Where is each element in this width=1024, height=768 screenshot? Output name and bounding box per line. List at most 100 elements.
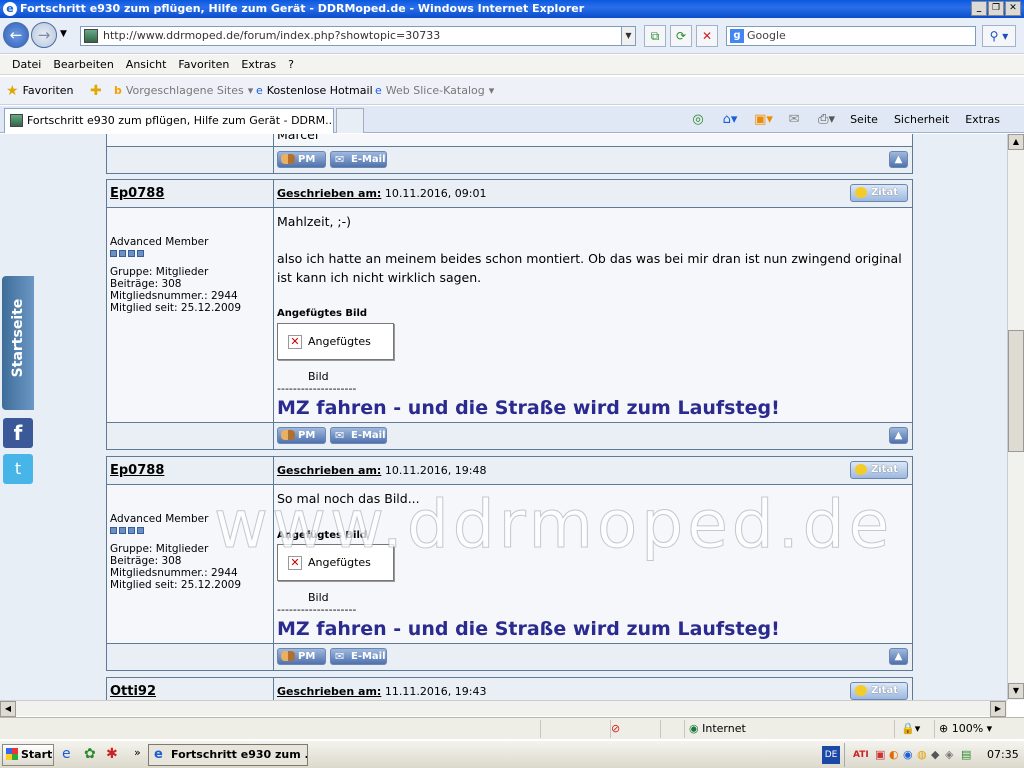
ati-tray-icon[interactable]: ATI xyxy=(853,743,869,767)
post-header: Ep0788 Geschrieben am: 10.11.2016, 09:01… xyxy=(107,180,912,208)
network-icon[interactable]: ▤ xyxy=(961,743,971,767)
scroll-down-icon[interactable]: ▼ xyxy=(1008,683,1024,699)
rank-pips-icon xyxy=(110,527,241,534)
menu-item-bearbeiten[interactable]: Bearbeiten xyxy=(47,55,119,74)
scroll-up-icon[interactable]: ▲ xyxy=(1008,134,1024,150)
quicklaunch-more-icon[interactable]: » xyxy=(134,746,141,759)
scroll-top-icon[interactable]: ▲ xyxy=(889,427,908,444)
restore-button[interactable]: ❐ xyxy=(988,1,1004,16)
add-favorite-icon[interactable]: ✚ xyxy=(90,77,102,105)
language-indicator[interactable]: DE xyxy=(822,746,840,764)
address-dropdown-icon[interactable]: ▼ xyxy=(621,27,635,45)
post-body-text: Marcel xyxy=(277,134,319,142)
stop-icon[interactable]: ✕ xyxy=(696,25,718,47)
forward-button[interactable]: → xyxy=(31,22,57,48)
google-g-icon[interactable]: ◎ xyxy=(690,112,706,128)
user-info: Advanced Member Gruppe: Mitglieder Beitr… xyxy=(110,236,242,314)
tray-app3-icon[interactable]: ◉ xyxy=(903,743,913,767)
history-dropdown-icon[interactable]: ▼ xyxy=(60,29,67,39)
ie-logo-icon: e xyxy=(3,2,17,16)
taskbar-ie-window[interactable]: Fortschritt e930 zum ... xyxy=(148,744,308,766)
mail-icon[interactable]: ✉ xyxy=(786,112,802,128)
tray-app5-icon[interactable]: ◆ xyxy=(931,743,939,767)
scroll-top-icon[interactable]: ▲ xyxy=(889,151,908,168)
pm-button[interactable]: PM xyxy=(277,151,326,168)
globe-icon: ◉ xyxy=(689,722,699,735)
attachment-image[interactable]: Angefügtes Bild xyxy=(277,323,394,383)
user-info: Advanced Member Gruppe: Mitglieder Beitr… xyxy=(110,513,242,591)
quote-button[interactable]: Zitat xyxy=(850,682,908,700)
page-menu[interactable]: Seite xyxy=(850,113,878,126)
menu-item-extras[interactable]: Extras xyxy=(235,55,282,74)
quicklaunch-app-icon[interactable]: ✿ xyxy=(84,746,96,762)
scroll-thumb[interactable] xyxy=(1008,330,1024,452)
post-footer: PM E-Mail ▲ xyxy=(107,146,912,174)
startseite-tab[interactable]: Startseite xyxy=(2,276,34,410)
signature-separator: -------------------- xyxy=(277,382,357,395)
print-icon[interactable]: ⎙▾ xyxy=(818,112,835,128)
new-tab-button[interactable] xyxy=(336,108,364,133)
post-author[interactable]: Ep0788 xyxy=(110,463,164,478)
twitter-icon[interactable]: t xyxy=(3,454,33,484)
menu-item-favoriten[interactable]: Favoriten xyxy=(172,55,235,74)
site-favicon xyxy=(10,114,23,127)
zoom-level[interactable]: ⊕ 100% ▾ xyxy=(934,720,1006,738)
scroll-top-icon[interactable]: ▲ xyxy=(889,648,908,665)
tray-app4-icon[interactable]: ◍ xyxy=(917,743,927,767)
post-author[interactable]: Otti92 xyxy=(110,684,156,699)
scroll-right-icon[interactable]: ▶ xyxy=(990,701,1006,717)
facebook-icon[interactable]: f xyxy=(3,418,33,448)
email-button[interactable]: E-Mail xyxy=(330,648,387,665)
quote-button[interactable]: Zitat xyxy=(850,184,908,202)
forum-post: Ep0788 Geschrieben am: 10.11.2016, 19:48… xyxy=(106,456,913,671)
search-input[interactable]: g Google xyxy=(726,26,976,46)
extras-menu[interactable]: Extras xyxy=(965,113,1000,126)
start-button[interactable]: Start xyxy=(2,744,54,766)
compatibility-view-icon[interactable]: ⧉ xyxy=(644,25,666,47)
back-button[interactable]: ← xyxy=(3,22,29,48)
scroll-left-icon[interactable]: ◀ xyxy=(0,701,16,717)
clock: 07:35 xyxy=(987,748,1019,761)
pm-button[interactable]: PM xyxy=(277,648,326,665)
post-date: Geschrieben am: 11.11.2016, 19:43 xyxy=(277,685,487,698)
home-icon[interactable]: ⌂▾ xyxy=(722,112,738,128)
post-header: Otti92 Geschrieben am: 11.11.2016, 19:43… xyxy=(107,678,912,700)
security-zone[interactable]: ◉ Internet xyxy=(684,720,894,738)
hotmail-link[interactable]: e Kostenlose Hotmail xyxy=(256,77,373,105)
site-favicon xyxy=(84,29,98,43)
email-button[interactable]: E-Mail xyxy=(330,427,387,444)
security-menu[interactable]: Sicherheit xyxy=(894,113,949,126)
post-author[interactable]: Ep0788 xyxy=(110,186,164,201)
minimize-button[interactable]: _ xyxy=(971,1,987,16)
refresh-icon[interactable]: ⟳ xyxy=(670,25,692,47)
suggested-sites-link[interactable]: b Vorgeschlagene Sites ▾ xyxy=(114,77,253,105)
ie-page-icon: e xyxy=(375,84,382,97)
email-button[interactable]: E-Mail xyxy=(330,151,387,168)
quote-button[interactable]: Zitat xyxy=(850,461,908,479)
web-slice-link[interactable]: e Web Slice-Katalog ▾ xyxy=(375,77,494,105)
horizontal-scrollbar[interactable]: ◀ ▶ xyxy=(0,700,1007,717)
pm-button[interactable]: PM xyxy=(277,427,326,444)
menu-item-datei[interactable]: Datei xyxy=(6,55,47,74)
forum-post: Otti92 Geschrieben am: 11.11.2016, 19:43… xyxy=(106,677,913,700)
tab-active[interactable]: Fortschritt e930 zum pflügen, Hilfe zum … xyxy=(4,108,334,133)
window-title-bar: e Fortschritt e930 zum pflügen, Hilfe zu… xyxy=(0,0,1024,18)
close-window-button[interactable]: ✕ xyxy=(1005,1,1021,16)
tray-app6-icon[interactable]: ◈ xyxy=(945,743,953,767)
quicklaunch-ie-icon[interactable]: e xyxy=(62,746,71,762)
rss-icon[interactable]: ▣▾ xyxy=(754,112,773,128)
vertical-scrollbar[interactable]: ▲ ▼ xyxy=(1007,134,1024,700)
tray-app-icon[interactable]: ▣ xyxy=(875,743,885,767)
address-field[interactable]: http://www.ddrmoped.de/forum/index.php?s… xyxy=(80,26,636,46)
post-partial-top: Marcel PM E-Mail ▲ xyxy=(106,134,913,174)
favorites-button[interactable]: ★ Favoriten xyxy=(6,77,74,105)
menu-item-ansicht[interactable]: Ansicht xyxy=(120,55,173,74)
attachment-image[interactable]: Angefügtes Bild xyxy=(277,544,394,604)
post-body: Mahlzeit, ;-) also ich hatte an meinem b… xyxy=(277,214,902,285)
quicklaunch-app2-icon[interactable]: ✱ xyxy=(106,746,118,762)
search-button-icon[interactable]: ⚲ ▾ xyxy=(982,25,1016,47)
protected-mode-toggle[interactable]: 🔒▾ xyxy=(894,720,934,738)
menu-item-help[interactable]: ? xyxy=(282,55,300,74)
tray-app2-icon[interactable]: ◐ xyxy=(889,743,899,767)
post-footer: PM E-Mail ▲ xyxy=(107,422,912,450)
